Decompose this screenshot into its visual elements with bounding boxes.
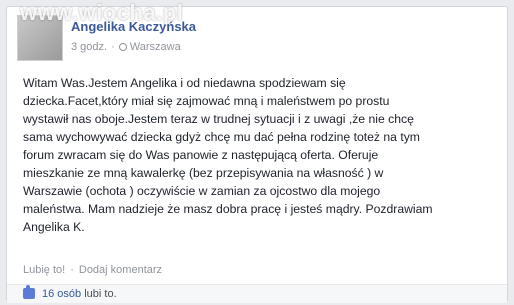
likes-suffix: lubi to. [81, 288, 117, 300]
post-meta: 3 godz. · Warszawa [71, 41, 181, 53]
watermark-text: www.wiocha.pl [20, 0, 184, 25]
like-button[interactable]: Lubię to! [23, 264, 65, 276]
comment-button[interactable]: Dodaj komentarz [79, 264, 162, 276]
meta-separator: · [111, 41, 115, 53]
post-card: Angelika Kaczyńska 3 godz. · Warszawa Wita… [6, 6, 508, 303]
actions-separator: · [70, 264, 74, 276]
location-icon [118, 43, 127, 52]
likes-bar: 16 osób lubi to. [7, 285, 507, 303]
thumbs-up-icon [23, 285, 35, 299]
likes-count[interactable]: 16 osób [42, 288, 81, 300]
post-actions: Lubię to! · Dodaj komentarz [23, 264, 162, 276]
post-location[interactable]: Warszawa [130, 41, 181, 53]
post-time[interactable]: 3 godz. [71, 41, 107, 53]
post-text: Witam Was.Jestem Angelika i od niedawna … [23, 76, 433, 234]
likes-summary: 16 osób lubi to. [42, 288, 117, 300]
